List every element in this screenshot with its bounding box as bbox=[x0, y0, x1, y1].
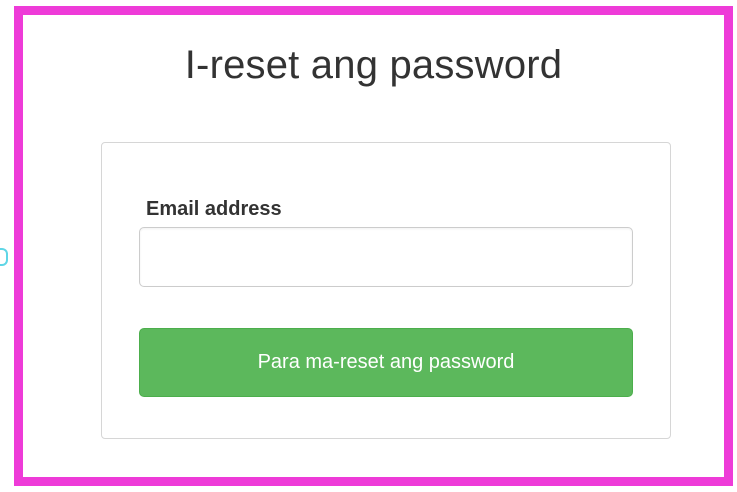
page-title: I-reset ang password bbox=[184, 43, 563, 87]
reset-password-panel: Email address Para ma-reset ang password bbox=[101, 142, 671, 439]
reset-password-button[interactable]: Para ma-reset ang password bbox=[139, 328, 633, 397]
highlight-frame: I-reset ang password Email address Para … bbox=[14, 6, 733, 486]
chevron-right-icon bbox=[0, 248, 8, 266]
email-label: Email address bbox=[146, 198, 282, 220]
email-field[interactable] bbox=[139, 227, 633, 287]
screenshot-stage: I-reset ang password Email address Para … bbox=[0, 0, 737, 492]
